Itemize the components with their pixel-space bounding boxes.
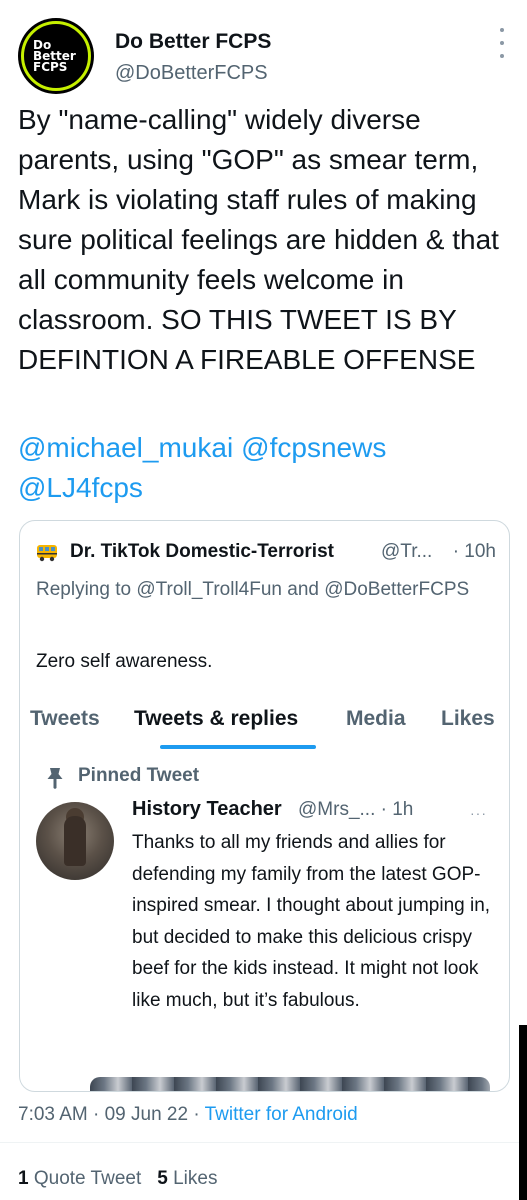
quote-tweets-stat[interactable]: 1 Quote Tweet — [18, 1168, 141, 1189]
quoted-tweet-text: Zero self awareness. — [36, 651, 213, 672]
tweet-meta: 7:03 AM · 09 Jun 22 · Twitter for Androi… — [18, 1104, 358, 1125]
quoted-tweet-card[interactable]: Dr. TikTok Domestic-Terrorist @Tr... · 1… — [19, 520, 510, 1092]
mention-link[interactable]: @LJ4fcps — [18, 472, 143, 503]
tweet-mentions: @michael_mukai @fcpsnews @LJ4fcps — [18, 428, 513, 508]
pin-icon — [47, 768, 63, 789]
tweet-header: Do Better FCPS Do Better FCPS @DoBetterF… — [18, 18, 508, 94]
tweet-text: By "name-calling" widely diverse parents… — [18, 104, 507, 375]
tab-tweets[interactable]: Tweets — [30, 707, 100, 731]
pinned-author-avatar[interactable] — [36, 802, 114, 880]
tweet-source-link[interactable]: Twitter for Android — [205, 1104, 358, 1125]
avatar-logo: Do Better FCPS — [21, 21, 91, 91]
mention-link[interactable]: @fcpsnews — [241, 432, 386, 463]
more-horizontal-icon[interactable]: ··· — [470, 805, 487, 821]
quoted-author-handle[interactable]: @Tr... — [381, 541, 432, 563]
mention-link[interactable]: @michael_mukai — [18, 432, 233, 463]
quoted-timestamp: · 10h — [452, 541, 496, 562]
tweet-time: 7:03 AM — [18, 1104, 88, 1125]
quoted-tweet-header: Dr. TikTok Domestic-Terrorist @Tr... · 1… — [36, 541, 496, 565]
pinned-author-handle[interactable]: @Mrs_... · 1h — [298, 799, 413, 821]
quoted-author-name[interactable]: Dr. TikTok Domestic-Terrorist — [70, 541, 334, 563]
pinned-tweet-text: Thanks to all my friends and allies for … — [132, 832, 491, 1011]
replying-to: Replying to @Troll_Troll4Fun and @DoBett… — [36, 579, 470, 600]
author-name[interactable]: Do Better FCPS — [115, 30, 271, 54]
more-vertical-icon[interactable] — [496, 28, 508, 58]
divider — [0, 1142, 527, 1143]
pinned-tweet-image[interactable] — [90, 1077, 490, 1091]
tab-tweets-replies[interactable]: Tweets & replies — [134, 707, 298, 731]
tab-media[interactable]: Media — [346, 707, 406, 731]
avatar-text-line: FCPS — [33, 59, 68, 74]
likes-stat[interactable]: 5 Likes — [157, 1168, 217, 1189]
tab-likes[interactable]: Likes — [441, 707, 495, 731]
tweet-date: 09 Jun 22 — [104, 1104, 189, 1125]
school-bus-emoji-icon — [37, 545, 57, 562]
active-tab-indicator — [160, 745, 316, 749]
profile-tabs: Tweets Tweets & replies Media Likes — [20, 693, 509, 765]
author-handle[interactable]: @DoBetterFCPS — [115, 62, 268, 85]
pinned-author-name[interactable]: History Teacher — [132, 798, 282, 821]
pinned-label-text: Pinned Tweet — [78, 765, 200, 786]
tweet-stats: 1 Quote Tweet 5 Likes — [18, 1168, 217, 1190]
author-avatar[interactable]: Do Better FCPS — [18, 18, 94, 94]
screen-edge — [519, 1025, 527, 1200]
